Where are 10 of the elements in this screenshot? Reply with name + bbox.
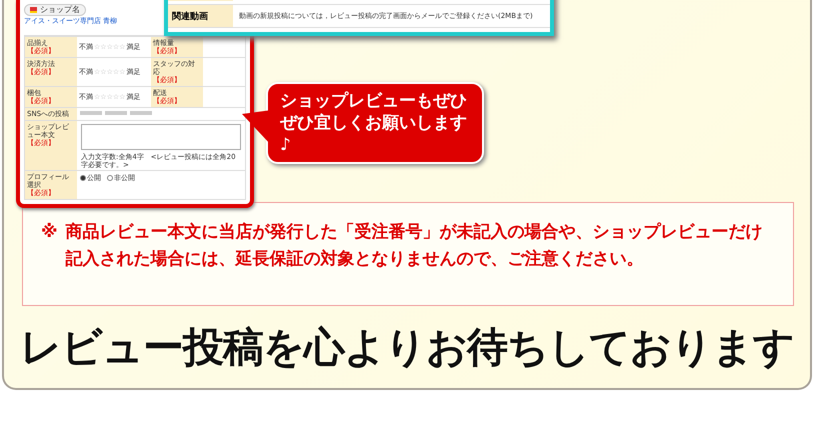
closing-heading: レビュー投稿を心よりお待ちしております [20, 322, 794, 373]
review-text-area[interactable] [81, 124, 241, 150]
flag-icon [30, 7, 37, 13]
field-label: 関連動画 [168, 5, 233, 27]
note-mark: ※ [41, 221, 58, 244]
notice-text: 商品レビュー本文に当店が発行した「受注番号」が未記入の場合や、ショップレビューだけ記入された場合には、延長保証の対象となりませんので、ご注意ください。 [66, 221, 764, 271]
share-button[interactable] [130, 111, 152, 115]
share-button[interactable] [105, 111, 127, 115]
shop-name-tag: ショップ名 [24, 4, 86, 16]
share-button[interactable] [80, 111, 102, 115]
